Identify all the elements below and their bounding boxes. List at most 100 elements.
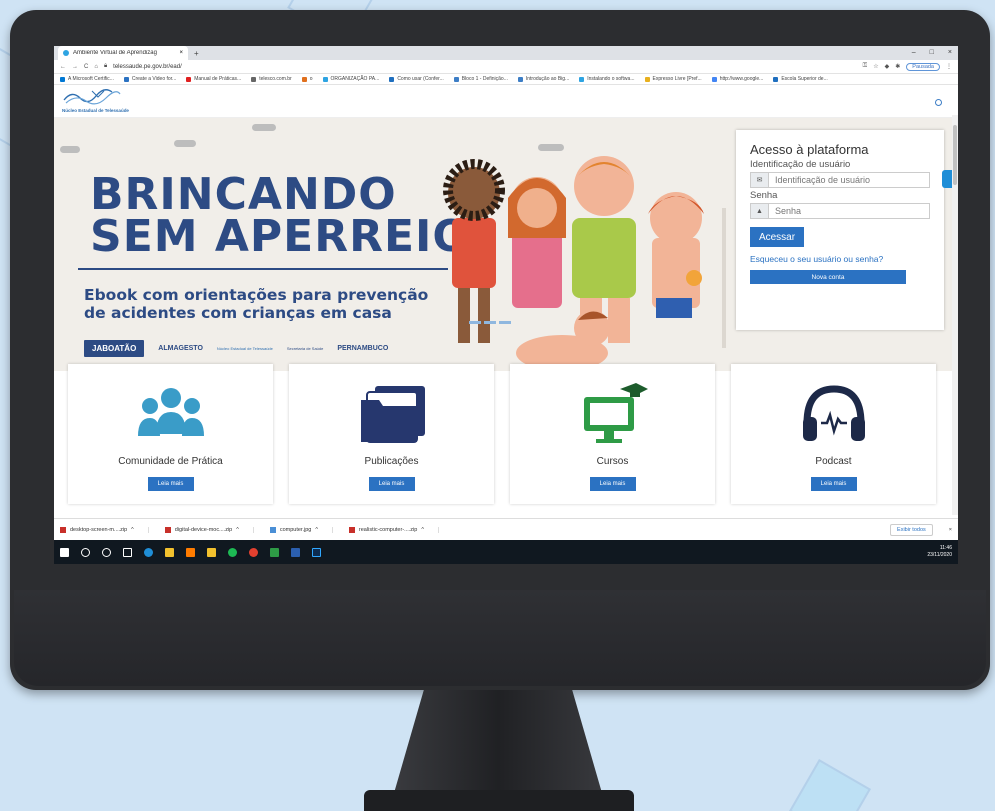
download-item[interactable]: realistic-computer-....zip ^ [348, 526, 439, 533]
bookmark-favicon-icon [60, 76, 65, 82]
chrome-icon[interactable] [249, 547, 258, 557]
close-window-button[interactable]: × [948, 46, 952, 60]
card-cursos: Cursos Leia mais [510, 364, 715, 504]
tab-close-icon[interactable]: × [179, 50, 183, 56]
search-icon[interactable] [81, 547, 90, 557]
task-view-icon[interactable] [123, 547, 132, 557]
taskbar-clock[interactable]: 11:46 23/11/2020 [927, 545, 952, 559]
show-all-downloads-button[interactable]: Exibir todos [890, 523, 933, 536]
star-icon[interactable]: ☆ [873, 63, 878, 70]
read-more-button[interactable]: Leia mais [810, 477, 857, 491]
bookmark-favicon-icon [517, 76, 523, 82]
secretaria-saude-logo: Secretaria de Saúde [286, 346, 324, 351]
new-account-button[interactable]: Nova conta [750, 270, 906, 284]
window-controls: – □ × [912, 46, 952, 60]
username-placeholder: Identificação de usuário [775, 175, 871, 185]
page-scrollbar[interactable] [952, 115, 958, 515]
bookmark-favicon-icon [301, 76, 307, 82]
profile-paused-badge[interactable]: Pausada [906, 62, 940, 71]
hero-title: BRINCANDO SEM APERREIO [90, 173, 471, 259]
forgot-password-link[interactable]: Esqueceu o seu usuário ou senha? [750, 254, 930, 264]
bookmark-label: Create a Video for... [131, 76, 177, 82]
download-item[interactable]: digital-device-moc....zip ^ [164, 526, 254, 533]
download-item[interactable]: computer.jpg ^ [269, 526, 333, 533]
login-submit-button[interactable]: Acessar [750, 227, 804, 247]
community-icon [137, 388, 204, 436]
image-file-icon [269, 526, 276, 533]
puzzle-icon[interactable]: ✱ [895, 63, 900, 70]
login-panel: Acesso à plataforma Identificação de usu… [736, 130, 944, 330]
menu-dots-icon[interactable]: ⋮ [946, 63, 952, 70]
notes-icon[interactable] [207, 547, 216, 557]
extension-icon[interactable]: ◆ [885, 63, 890, 70]
carousel-dot[interactable] [484, 321, 496, 324]
bookmark-item[interactable]: Manual de Práticas... [186, 76, 241, 82]
file-explorer-icon[interactable] [165, 547, 174, 557]
partner-logos: JABOATÃO ALMAGESTO Núcleo Estadual de Te… [84, 340, 388, 357]
site-favicon-icon [63, 50, 69, 56]
cortana-icon[interactable] [102, 547, 111, 557]
jaboatao-logo: JABOATÃO [84, 340, 145, 357]
card-title: Podcast [815, 456, 852, 467]
browser-tab-bar: Ambiente Virtual de Aprendizag × + – □ × [54, 46, 958, 60]
bookmark-item[interactable]: http://www.google... [711, 76, 763, 82]
bookmark-item[interactable]: telesco.com.br [251, 76, 292, 82]
edge-icon[interactable] [144, 547, 153, 557]
illustrator-icon[interactable] [186, 547, 195, 557]
bookmark-label: Instalando o softwa... [587, 76, 635, 82]
almagesto-logo: ALMAGESTO [158, 345, 203, 352]
bookmark-item[interactable]: o [301, 76, 313, 82]
scrollbar-thumb[interactable] [953, 125, 957, 185]
forward-arrow-icon[interactable]: → [72, 64, 78, 70]
read-more-button[interactable]: Leia mais [589, 477, 636, 491]
bookmark-item[interactable]: Bloco 1 - Definição... [453, 76, 508, 82]
download-name: desktop-screen-m....zip [70, 526, 128, 533]
chevron-up-icon[interactable]: ^ [131, 527, 134, 533]
carousel-dot[interactable] [469, 321, 481, 324]
home-icon[interactable]: ⌂ [94, 64, 98, 70]
read-more-button[interactable]: Leia mais [147, 477, 194, 491]
nes-logo-icon[interactable] [62, 88, 122, 106]
browser-tab[interactable]: Ambiente Virtual de Aprendizag × [58, 46, 188, 60]
read-more-button[interactable]: Leia mais [368, 477, 415, 491]
download-item[interactable]: desktop-screen-m....zip ^ [60, 526, 149, 533]
bookmark-item[interactable]: Expresso Livre [Pref... [644, 76, 702, 82]
word-icon[interactable] [291, 547, 300, 557]
new-tab-button[interactable]: + [194, 49, 199, 58]
bookmark-favicon-icon [123, 76, 129, 82]
bookmark-item[interactable]: Instalando o softwa... [579, 76, 635, 82]
maximize-button[interactable]: □ [930, 46, 934, 60]
reload-icon[interactable]: C [84, 64, 88, 70]
bookmark-item[interactable]: Introdução ao Big... [517, 76, 569, 82]
card-title: Publicações [364, 456, 419, 467]
lock-icon: ▲ [751, 204, 769, 218]
photos-icon[interactable] [270, 547, 279, 557]
username-field[interactable]: ✉ Identificação de usuário [750, 172, 930, 188]
card-podcast: Podcast Leia mais [731, 364, 936, 504]
chevron-up-icon[interactable]: ^ [315, 527, 318, 533]
bookmark-favicon-icon [579, 76, 585, 82]
minimize-button[interactable]: – [912, 46, 916, 60]
bookmark-item[interactable]: Escola Superior de... [773, 76, 828, 82]
bookmark-favicon-icon [251, 76, 257, 82]
carousel-dot[interactable] [499, 321, 511, 324]
key-icon[interactable]: ⚿ [863, 63, 868, 70]
language-globe-icon[interactable] [935, 99, 942, 106]
bookmark-item[interactable]: A Microsoft Certific... [60, 76, 114, 82]
photoshop-icon[interactable] [312, 547, 321, 557]
chevron-up-icon[interactable]: ^ [236, 527, 239, 533]
username-label: Identificação de usuário [750, 159, 851, 170]
password-field[interactable]: ▲ Senha [750, 203, 930, 219]
url-field[interactable]: telessaude.pe.gov.br/ead/ [113, 64, 856, 70]
background-hexagon [789, 759, 871, 811]
zip-file-icon [60, 526, 66, 533]
bookmark-item[interactable]: Como usar (Confer... [389, 76, 444, 82]
spotify-icon[interactable] [228, 547, 237, 557]
back-arrow-icon[interactable]: ← [60, 64, 66, 70]
bookmark-label: A Microsoft Certific... [68, 76, 114, 82]
close-downloads-icon[interactable]: × [949, 527, 952, 533]
windows-start-icon[interactable] [60, 547, 69, 557]
bookmark-item[interactable]: ORGANIZAÇÃO PA... [322, 76, 379, 82]
chevron-up-icon[interactable]: ^ [421, 527, 424, 533]
bookmark-item[interactable]: Create a Video for... [123, 76, 177, 82]
